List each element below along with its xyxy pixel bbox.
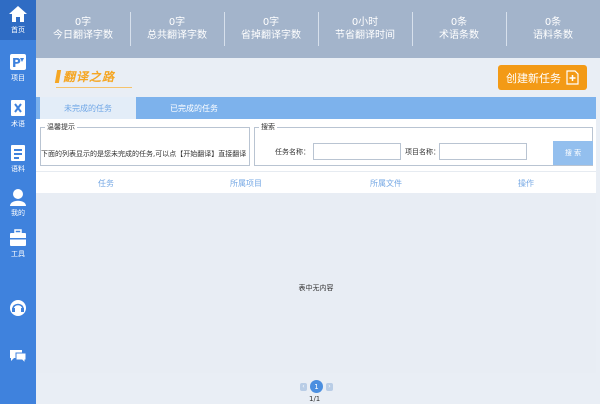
stat-today-words: 0字 今日翻译字数	[36, 0, 130, 58]
create-task-button[interactable]: 创建新任务	[498, 65, 587, 90]
stat-value: 0字	[262, 17, 280, 28]
sidebar-item-chat[interactable]	[0, 342, 36, 382]
sidebar-item-tools[interactable]: 工具	[0, 224, 36, 264]
tab-unfinished[interactable]: 未完成的任务	[40, 97, 136, 119]
chat-icon	[10, 350, 27, 365]
table-body: 表中无内容	[36, 193, 596, 373]
search-legend: 搜索	[261, 123, 275, 131]
sidebar-item-home[interactable]: 首页	[0, 0, 36, 40]
table-header: 任务 所属项目 所属文件 操作	[36, 171, 596, 193]
home-icon	[9, 6, 27, 22]
prev-page-button[interactable]: ‹	[300, 382, 307, 391]
tab-finished[interactable]: 已完成的任务	[144, 97, 244, 119]
tips-box: 温馨提示 下面的列表显示的是您未完成的任务,可以点【开始翻译】直接翻译	[40, 122, 250, 166]
stat-value: 0字	[168, 17, 186, 28]
stat-saved-time: 0小时 节省翻译时间	[318, 0, 412, 58]
column-header-task[interactable]: 任务	[36, 172, 176, 194]
sidebar-item-support[interactable]	[0, 294, 36, 334]
column-header-file[interactable]: 所属文件	[316, 172, 456, 194]
stat-value: 0字	[74, 17, 92, 28]
stat-label: 今日翻译字数	[53, 30, 113, 41]
project-name-input[interactable]	[439, 143, 527, 160]
current-page-button[interactable]: 1	[310, 380, 323, 393]
sidebar-item-project[interactable]: P 项目	[0, 48, 36, 88]
create-task-label: 创建新任务	[506, 71, 561, 85]
sidebar-item-label: 术语	[11, 120, 25, 128]
sidebar-item-label: 首页	[11, 26, 25, 34]
search-box: 搜索 任务名称： 项目名称： 搜 索	[254, 122, 593, 166]
next-page-button[interactable]: ›	[326, 382, 333, 391]
filter-panel: 温馨提示 下面的列表显示的是您未完成的任务,可以点【开始翻译】直接翻译 搜索 任…	[36, 119, 596, 171]
tips-legend: 温馨提示	[47, 123, 75, 131]
sidebar-item-label: 工具	[11, 250, 25, 258]
sidebar-item-label: 项目	[11, 74, 25, 82]
pagination: ‹ 1 ›	[300, 380, 333, 393]
task-name-input[interactable]	[313, 143, 401, 160]
add-file-icon	[566, 70, 579, 85]
task-tabs: 未完成的任务 已完成的任务	[36, 97, 596, 119]
stat-value: 0小时	[351, 17, 379, 28]
stat-label: 省掉翻译字数	[241, 30, 301, 41]
svg-text:P: P	[12, 56, 21, 70]
stat-value: 0条	[450, 17, 468, 28]
sidebar-item-mine[interactable]: 我的	[0, 183, 36, 223]
search-button[interactable]: 搜 索	[553, 141, 593, 165]
corpus-icon	[11, 145, 25, 161]
stat-term-count: 0条 术语条数	[412, 0, 506, 58]
logo-text: 翻译之路	[63, 69, 116, 84]
user-icon	[10, 189, 26, 206]
stat-label: 总共翻译字数	[147, 30, 207, 41]
stat-total-words: 0字 总共翻译字数	[130, 0, 224, 58]
column-header-project[interactable]: 所属项目	[176, 172, 316, 194]
project-name-label: 项目名称：	[405, 148, 440, 156]
logo-mark	[54, 69, 62, 83]
tips-text: 下面的列表显示的是您未完成的任务,可以点【开始翻译】直接翻译	[41, 150, 247, 158]
stats-bar: 0字 今日翻译字数 0字 总共翻译字数 0字 省掉翻译字数 0小时 节省翻译时间…	[36, 0, 600, 58]
page-info: 1/1	[309, 395, 321, 403]
brand-logo: 翻译之路	[54, 67, 132, 88]
sidebar: 首页 P 项目 术语 语料 我的 工具	[0, 0, 36, 404]
column-header-actions[interactable]: 操作	[456, 172, 596, 194]
stat-corpus-count: 0条 语料条数	[506, 0, 600, 58]
term-icon	[11, 100, 25, 116]
toolbox-icon	[10, 229, 26, 246]
headset-icon	[10, 300, 26, 316]
stat-label: 语料条数	[533, 30, 573, 41]
project-icon: P	[10, 54, 26, 70]
task-name-label: 任务名称：	[275, 148, 310, 156]
sidebar-item-corpus[interactable]: 语料	[0, 139, 36, 179]
sidebar-item-term[interactable]: 术语	[0, 94, 36, 134]
stat-label: 节省翻译时间	[335, 30, 395, 41]
sidebar-item-label: 语料	[11, 165, 25, 173]
stat-label: 术语条数	[439, 30, 479, 41]
empty-table-message: 表中无内容	[298, 284, 334, 292]
stat-value: 0条	[544, 17, 562, 28]
sidebar-item-label: 我的	[11, 209, 25, 217]
stat-saved-words: 0字 省掉翻译字数	[224, 0, 318, 58]
logo-underline	[56, 87, 132, 88]
